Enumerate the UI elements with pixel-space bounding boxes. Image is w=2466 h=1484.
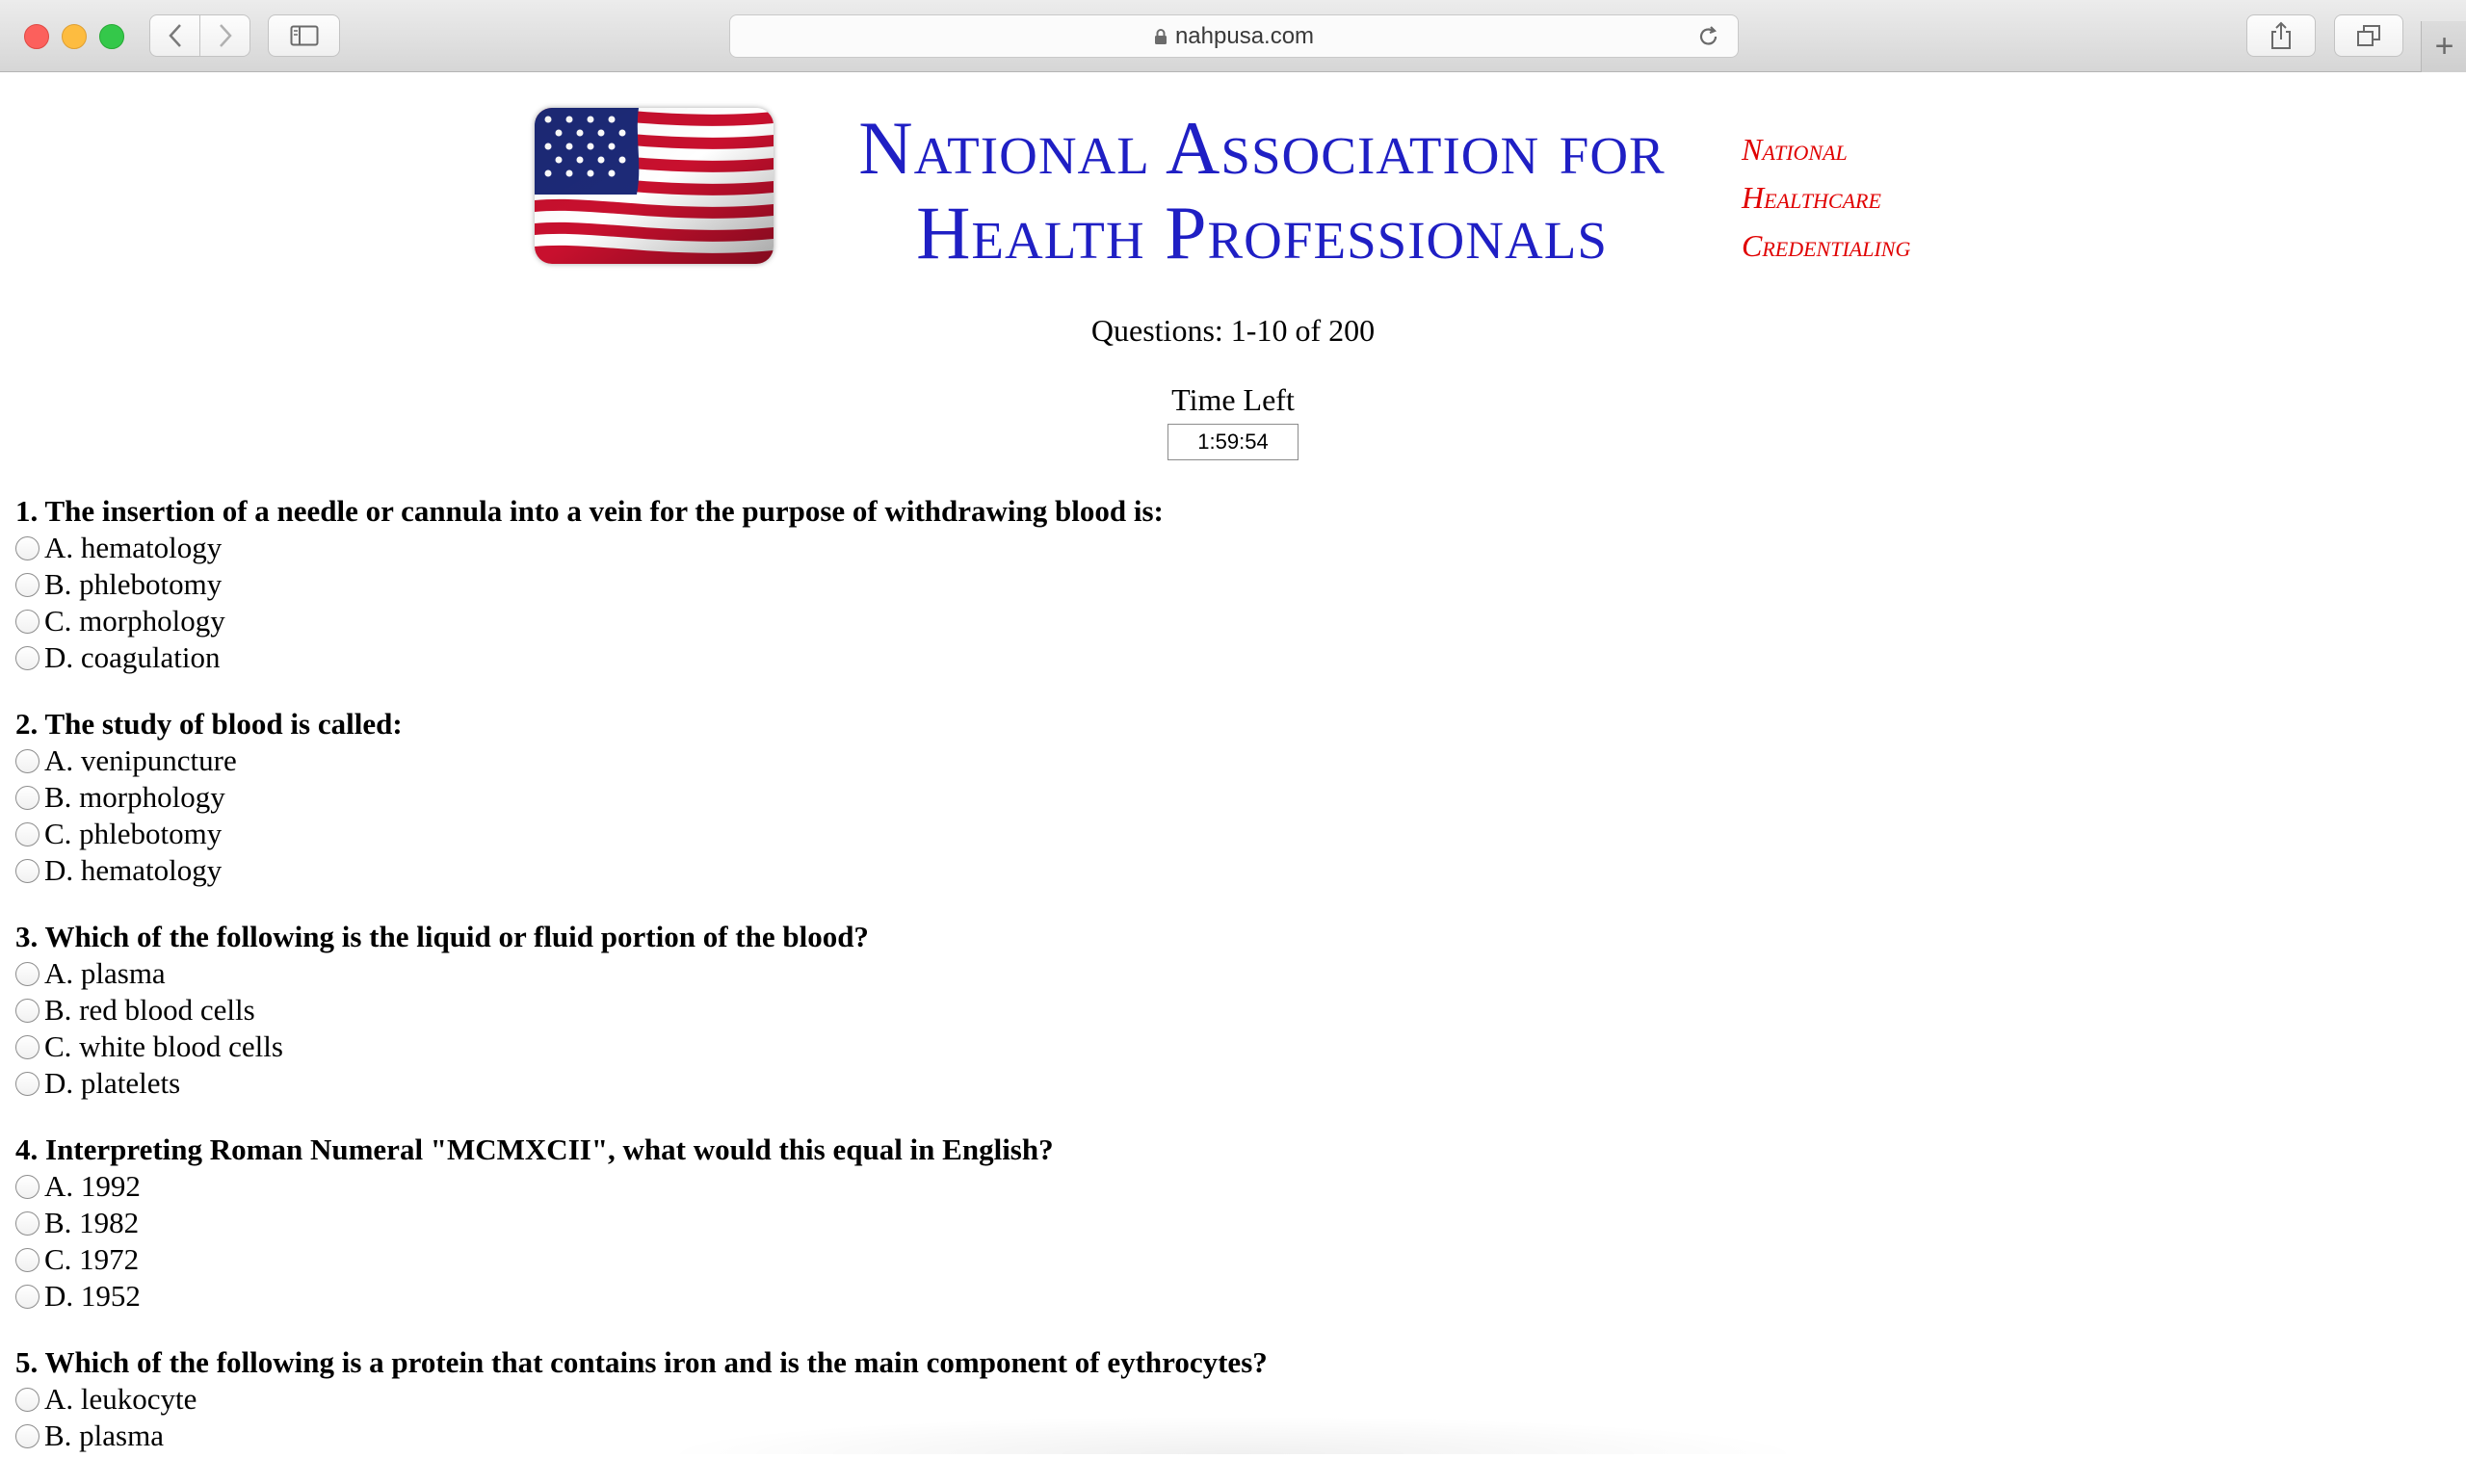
answer-option[interactable]: C. morphology bbox=[15, 603, 2424, 639]
question-block: 3. Which of the following is the liquid … bbox=[15, 919, 2424, 1102]
answer-option[interactable]: B. 1982 bbox=[15, 1205, 2424, 1241]
answer-option[interactable]: A. hematology bbox=[15, 530, 2424, 566]
page-bottom-shadow bbox=[655, 1416, 1811, 1454]
credentialing-tagline: National Healthcare Credentialing bbox=[1742, 125, 1910, 270]
answer-option[interactable]: D. 1952 bbox=[15, 1278, 2424, 1315]
new-tab-button[interactable]: + bbox=[2421, 21, 2466, 72]
answer-radio[interactable] bbox=[15, 748, 39, 773]
org-name-line-1: National Association for bbox=[858, 106, 1666, 190]
answer-label: B. 1982 bbox=[44, 1206, 140, 1239]
answer-radio[interactable] bbox=[15, 645, 39, 670]
answer-option[interactable]: B. morphology bbox=[15, 779, 2424, 816]
answer-radio[interactable] bbox=[15, 785, 39, 810]
answer-option[interactable]: D. coagulation bbox=[15, 639, 2424, 676]
answer-option[interactable]: C. 1972 bbox=[15, 1241, 2424, 1278]
browser-toolbar: nahpusa.com + bbox=[0, 0, 2466, 72]
answer-option[interactable]: A. venipuncture bbox=[15, 742, 2424, 779]
answer-radio[interactable] bbox=[15, 1174, 39, 1199]
time-left-field: 1:59:54 bbox=[1167, 424, 1299, 460]
answer-radio[interactable] bbox=[15, 998, 39, 1023]
zoom-window-button[interactable] bbox=[99, 24, 124, 49]
answer-label: C. white blood cells bbox=[44, 1029, 283, 1063]
answer-option[interactable]: D. platelets bbox=[15, 1065, 2424, 1102]
share-icon bbox=[2271, 21, 2291, 49]
answer-label: D. 1952 bbox=[44, 1279, 141, 1313]
tabs-icon bbox=[2357, 25, 2380, 46]
org-name-line-2: Health Professionals bbox=[916, 191, 1608, 274]
answer-radio[interactable] bbox=[15, 572, 39, 597]
sidebar-toggle-button[interactable] bbox=[268, 14, 340, 57]
answer-label: C. phlebotomy bbox=[44, 817, 223, 850]
share-button[interactable] bbox=[2246, 14, 2316, 57]
answer-label: C. morphology bbox=[44, 604, 225, 638]
answer-radio[interactable] bbox=[15, 1284, 39, 1309]
reload-icon[interactable] bbox=[1697, 24, 1720, 56]
site-header: National Association for Health Professi… bbox=[0, 106, 2466, 274]
answer-option[interactable]: C. white blood cells bbox=[15, 1028, 2424, 1065]
answer-radio[interactable] bbox=[15, 858, 39, 883]
navigation-buttons bbox=[149, 14, 250, 57]
address-bar[interactable]: nahpusa.com bbox=[729, 14, 1739, 58]
back-button[interactable] bbox=[150, 15, 199, 56]
answer-radio[interactable] bbox=[15, 609, 39, 634]
answer-label: A. leukocyte bbox=[44, 1382, 197, 1416]
answer-label: D. coagulation bbox=[44, 640, 221, 674]
question-block: 4. Interpreting Roman Numeral "MCMXCII",… bbox=[15, 1132, 2424, 1315]
tagline-line-2: Healthcare bbox=[1742, 180, 1881, 215]
answer-radio[interactable] bbox=[15, 1211, 39, 1236]
answer-label: B. plasma bbox=[44, 1419, 164, 1452]
question-block: 2. The study of blood is called: A. venip… bbox=[15, 706, 2424, 889]
answer-label: B. phlebotomy bbox=[44, 567, 223, 601]
answer-radio[interactable] bbox=[15, 821, 39, 846]
answer-option[interactable]: B. red blood cells bbox=[15, 992, 2424, 1028]
answer-radio[interactable] bbox=[15, 1247, 39, 1272]
answer-label: D. platelets bbox=[44, 1066, 181, 1100]
answer-radio[interactable] bbox=[15, 1034, 39, 1059]
answer-radio[interactable] bbox=[15, 1387, 39, 1412]
answer-radio[interactable] bbox=[15, 1423, 39, 1448]
answer-label: A. venipuncture bbox=[44, 743, 237, 777]
answer-label: A. hematology bbox=[44, 531, 223, 564]
answer-option[interactable]: A. leukocyte bbox=[15, 1381, 2424, 1418]
answer-option[interactable]: A. plasma bbox=[15, 955, 2424, 992]
answer-radio[interactable] bbox=[15, 535, 39, 560]
question-text: 3. Which of the following is the liquid … bbox=[15, 920, 869, 953]
answer-option[interactable]: A. 1992 bbox=[15, 1168, 2424, 1205]
time-left-label: Time Left bbox=[1171, 382, 1295, 417]
answer-radio[interactable] bbox=[15, 961, 39, 986]
answer-option[interactable]: C. phlebotomy bbox=[15, 816, 2424, 852]
question-text: 2. The study of blood is called: bbox=[15, 707, 403, 741]
answer-label: A. 1992 bbox=[44, 1169, 141, 1203]
answer-option[interactable]: D. hematology bbox=[15, 852, 2424, 889]
question-text: 4. Interpreting Roman Numeral "MCMXCII",… bbox=[15, 1133, 1054, 1166]
organization-name: National Association for Health Professi… bbox=[790, 106, 1734, 275]
answer-label: A. plasma bbox=[44, 956, 166, 990]
show-tabs-button[interactable] bbox=[2334, 14, 2403, 57]
close-window-button[interactable] bbox=[24, 24, 49, 49]
tagline-line-1: National bbox=[1742, 132, 1848, 167]
answer-label: D. hematology bbox=[44, 853, 223, 887]
answer-label: B. morphology bbox=[44, 780, 225, 814]
question-text: 1. The insertion of a needle or cannula … bbox=[15, 494, 1164, 528]
answer-option[interactable]: B. phlebotomy bbox=[15, 566, 2424, 603]
answer-radio[interactable] bbox=[15, 1071, 39, 1096]
question-block: 1. The insertion of a needle or cannula … bbox=[15, 493, 2424, 676]
question-list: 1. The insertion of a needle or cannula … bbox=[15, 493, 2424, 1484]
answer-label: C. 1972 bbox=[44, 1242, 140, 1276]
chevron-right-icon bbox=[219, 24, 232, 47]
lock-icon bbox=[1154, 28, 1167, 45]
url-text: nahpusa.com bbox=[1174, 22, 1315, 49]
question-text: 5. Which of the following is a protein t… bbox=[15, 1345, 1268, 1379]
tagline-line-3: Credentialing bbox=[1742, 228, 1911, 263]
question-range: Questions: 1-10 of 200 bbox=[1090, 313, 1376, 348]
answer-label: B. red blood cells bbox=[44, 993, 255, 1027]
sidebar-icon bbox=[290, 25, 318, 46]
minimize-window-button[interactable] bbox=[62, 24, 87, 49]
american-flag-logo bbox=[535, 108, 774, 264]
forward-button[interactable] bbox=[199, 15, 249, 56]
chevron-left-icon bbox=[168, 24, 181, 47]
